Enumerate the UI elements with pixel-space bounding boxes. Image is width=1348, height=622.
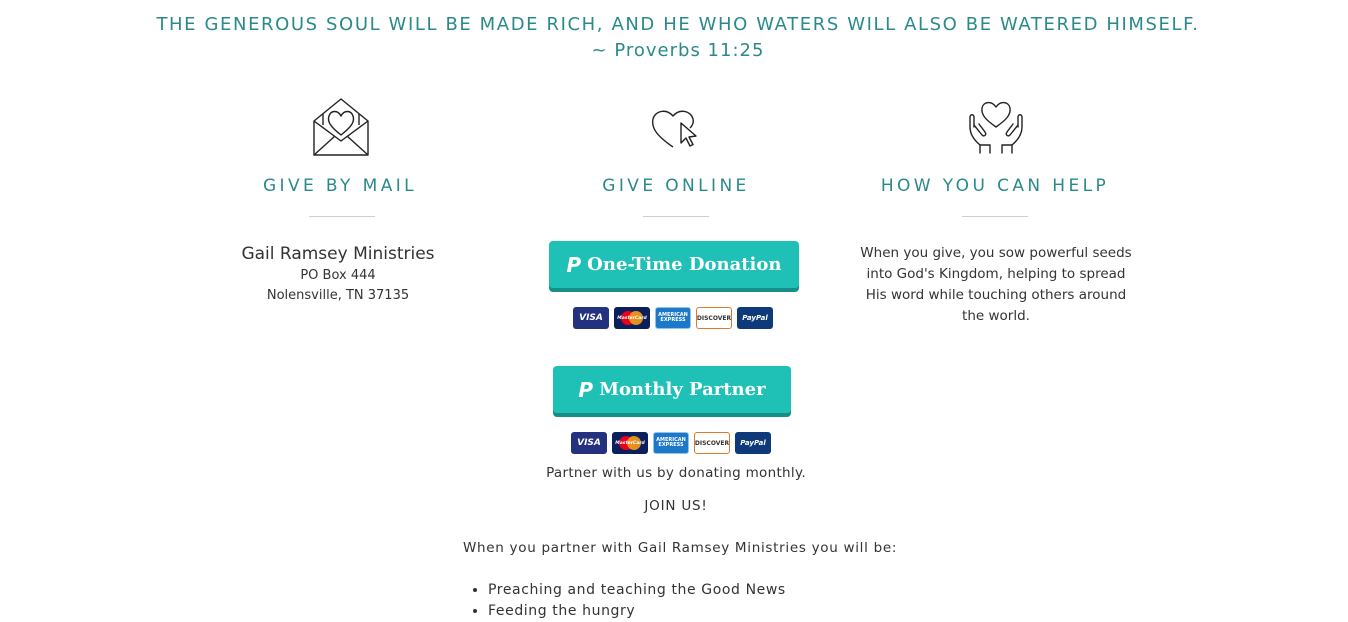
partner-text: Partner with us by donating monthly.: [546, 465, 806, 481]
join-us-text: JOIN US!: [644, 498, 708, 514]
envelope-heart-icon: [313, 98, 369, 156]
partner-intro-text: When you partner with Gail Ramsey Minist…: [463, 540, 898, 556]
mail-divider: [309, 216, 375, 217]
address-line-1: PO Box 444: [300, 268, 376, 283]
mastercard-card-icon: MasterCard: [614, 307, 650, 329]
paypal-p-icon: P: [578, 377, 594, 402]
help-line-1: When you give, you sow powerful seeds: [860, 245, 1132, 261]
help-line-2: into God's Kingdom, helping to spread: [866, 266, 1126, 282]
help-description: When you give, you sow powerful seeds in…: [846, 243, 1146, 327]
partner-benefits-list: Preaching and teaching the Good News Fee…: [463, 580, 786, 622]
mail-address: Gail Ramsey Ministries PO Box 444 Nolens…: [188, 244, 488, 306]
online-divider: [643, 216, 709, 217]
visa-card-icon: VISA: [573, 307, 609, 329]
scripture-quote: THE GENEROUS SOUL WILL BE MADE RICH, AND…: [0, 12, 1348, 64]
amex-card-icon: AMERICAN EXPRESS: [655, 307, 691, 329]
how-you-can-help-title: HOW YOU CAN HELP: [880, 176, 1110, 196]
list-item: Feeding the hungry: [488, 601, 786, 622]
give-online-title: GIVE ONLINE: [602, 176, 750, 196]
address-line-2: Nolensville, TN 37135: [266, 288, 410, 303]
discover-card-icon: DISCOVER: [694, 432, 730, 454]
give-by-mail-title: GIVE BY MAIL: [262, 176, 418, 196]
help-line-3: His word while touching others around: [865, 287, 1127, 303]
help-divider: [962, 216, 1028, 217]
paypal-p-icon: P: [566, 252, 582, 277]
card-logos-monthly: VISA MasterCard AMERICAN EXPRESS DISCOVE…: [571, 432, 771, 454]
heart-cursor-icon: [651, 110, 697, 148]
visa-card-icon: VISA: [571, 432, 607, 454]
ministry-name: Gail Ramsey Ministries: [241, 244, 435, 264]
discover-card-icon: DISCOVER: [696, 307, 732, 329]
card-logos-one-time: VISA MasterCard AMERICAN EXPRESS DISCOVE…: [573, 307, 773, 329]
list-item: Preaching and teaching the Good News: [488, 580, 786, 601]
one-time-donation-button[interactable]: P One-Time Donation: [549, 241, 799, 288]
quote-text: THE GENEROUS SOUL WILL BE MADE RICH, AND…: [156, 14, 1200, 35]
quote-reference: ~ Proverbs 11:25: [591, 40, 765, 61]
one-time-donation-label: One-Time Donation: [587, 254, 782, 275]
paypal-card-icon: PayPal: [735, 432, 771, 454]
help-line-4: the world.: [962, 308, 1030, 324]
mastercard-card-icon: MasterCard: [612, 432, 648, 454]
monthly-partner-label: Monthly Partner: [599, 379, 766, 400]
monthly-partner-button[interactable]: P Monthly Partner: [553, 366, 791, 413]
paypal-card-icon: PayPal: [737, 307, 773, 329]
amex-card-icon: AMERICAN EXPRESS: [653, 432, 689, 454]
hands-heart-icon: [969, 101, 1023, 154]
